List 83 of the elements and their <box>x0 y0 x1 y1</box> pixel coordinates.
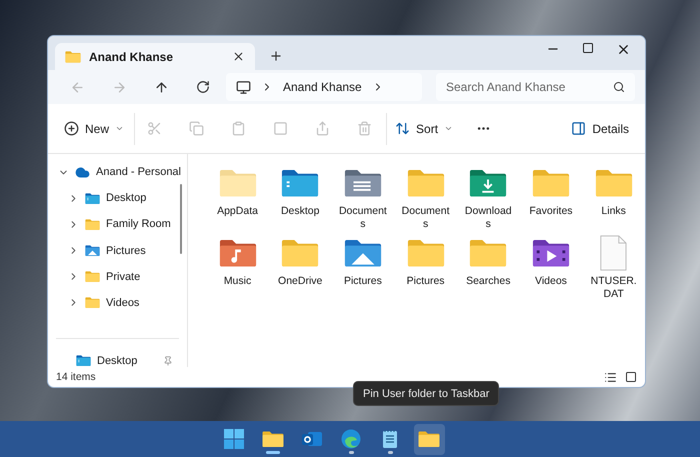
file-name[interactable]: Videos <box>526 275 576 288</box>
new-button[interactable]: New <box>56 112 132 144</box>
cut-icon <box>147 121 162 136</box>
file-name[interactable]: Pictures <box>338 275 388 288</box>
file-icon <box>599 235 628 271</box>
folder-icon <box>218 168 257 198</box>
file-name[interactable]: Downloads <box>463 205 514 231</box>
file-name[interactable]: Pictures <box>400 275 451 288</box>
file-name[interactable]: AppData <box>212 205 263 218</box>
taskbar-button[interactable] <box>414 424 444 454</box>
mail-app-icon <box>302 430 322 448</box>
folder-icon <box>218 238 257 268</box>
details-button[interactable]: Details <box>563 112 637 144</box>
search-icon <box>613 81 625 93</box>
folder-icon <box>344 168 382 198</box>
folder-icon <box>281 238 320 268</box>
sort-icon <box>395 121 410 136</box>
cloud-icon <box>75 164 90 180</box>
close-icon[interactable] <box>616 42 631 57</box>
breadcrumb-item[interactable]: Anand Khanse <box>283 80 362 94</box>
folder-icon <box>469 238 508 268</box>
file-name[interactable]: Favorites <box>526 205 576 218</box>
sidebar-item[interactable]: Desktop <box>106 192 146 204</box>
refresh-icon[interactable] <box>196 80 210 94</box>
notepad-icon <box>382 429 398 449</box>
folder-icon <box>532 168 570 198</box>
rename-icon <box>272 121 288 136</box>
folder-icon <box>469 168 508 198</box>
folder-icon <box>281 168 320 198</box>
sidebar-item[interactable]: Private <box>106 270 140 283</box>
file-explorer-icon <box>262 430 284 448</box>
folder-icon <box>85 271 100 282</box>
sidebar-item[interactable]: Pictures <box>106 244 146 257</box>
window-tab[interactable]: Anand Khanse <box>55 43 255 70</box>
scrollbar[interactable] <box>180 184 182 254</box>
sidebar-item[interactable]: Videos <box>106 296 140 309</box>
folder-icon <box>418 430 440 448</box>
caret-icon <box>444 124 454 133</box>
pin-icon <box>163 356 174 366</box>
caret-icon <box>115 124 124 133</box>
file-name[interactable]: Links <box>588 205 639 218</box>
file-name[interactable]: Documents <box>338 205 388 231</box>
file-name[interactable]: Documents <box>400 205 451 231</box>
up-icon[interactable] <box>154 80 168 94</box>
sort-button[interactable]: Sort <box>386 112 462 144</box>
folder-icon <box>85 297 100 309</box>
close-tab-icon[interactable] <box>232 50 245 63</box>
folder-icon <box>406 238 445 268</box>
monitor-icon <box>236 80 251 94</box>
address-bar[interactable]: Anand Khanse <box>226 73 422 101</box>
desktop-folder-icon <box>85 192 100 204</box>
file-name[interactable]: Searches <box>463 275 514 288</box>
file-name[interactable]: NTUSER.DAT <box>588 275 639 301</box>
folder-icon <box>406 168 445 198</box>
file-name[interactable]: Music <box>212 275 263 288</box>
file-name[interactable]: Desktop <box>275 205 326 218</box>
copy-icon <box>188 121 204 136</box>
file-name[interactable]: OneDrive <box>275 275 326 288</box>
sidebar-item[interactable]: Anand - Personal <box>96 166 181 178</box>
desktop-folder-icon <box>76 355 91 367</box>
paste-icon <box>230 121 246 136</box>
delete-icon <box>356 121 372 136</box>
folder-icon <box>65 50 81 62</box>
sidebar-item[interactable]: Family Room <box>106 218 171 230</box>
maximize-icon[interactable] <box>582 42 594 54</box>
new-tab-icon[interactable] <box>269 49 283 63</box>
search-field[interactable]: Search Anand Khanse <box>436 73 635 101</box>
windows-start-icon <box>224 429 244 449</box>
tiles-view-icon[interactable] <box>625 370 637 382</box>
details-icon <box>571 121 586 136</box>
pictures-folder-icon <box>85 244 100 256</box>
sidebar-item[interactable]: Desktop <box>97 355 158 368</box>
folder-icon <box>85 218 100 230</box>
tab-title: Anand Khanse <box>89 50 174 64</box>
folder-icon <box>344 238 382 268</box>
new-icon <box>64 121 79 136</box>
folder-icon <box>532 238 570 268</box>
details-view-icon[interactable] <box>604 370 617 384</box>
browser-icon <box>341 429 361 449</box>
item-count: 14 items <box>56 371 97 383</box>
tooltip: Pin User folder to Taskbar <box>353 381 500 406</box>
share-icon <box>314 121 330 136</box>
folder-icon <box>594 168 633 198</box>
